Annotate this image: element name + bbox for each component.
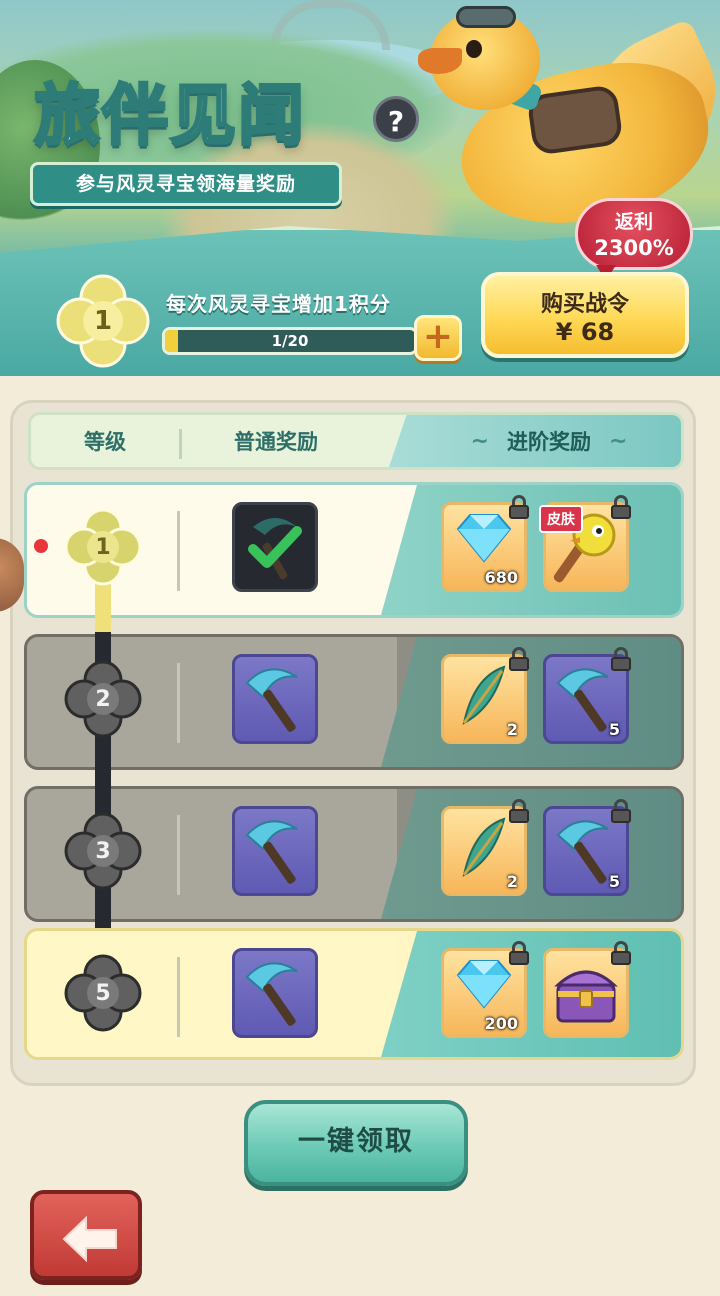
advanced-reward-diamond-680[interactable]: 680 — [441, 495, 529, 592]
item-count: 2 — [506, 872, 518, 891]
lock-icon — [610, 647, 632, 671]
scythe-icon — [245, 668, 298, 732]
item-count: 5 — [608, 720, 620, 739]
tab-advanced-rewards[interactable]: ~ 进阶奖励 ~ — [411, 415, 681, 467]
level-node-3: 3 — [64, 812, 142, 890]
back-arrow-icon — [62, 1215, 117, 1263]
scythe-icon — [245, 820, 298, 884]
scythe-claimed-icon — [248, 518, 302, 580]
item-count: 200 — [484, 1014, 518, 1033]
current-level-badge: 1 — [56, 274, 150, 368]
header-advanced-label: 进阶奖励 — [507, 430, 591, 454]
advanced-reward-feather[interactable]: 2 — [441, 799, 529, 896]
buy-button-label: 购买战令 — [540, 292, 629, 317]
progress-label: 1/20 — [271, 332, 309, 350]
lock-icon — [610, 941, 632, 965]
lock-icon — [508, 647, 530, 671]
page-title: 旅伴见闻 — [33, 76, 306, 156]
item-count: 2 — [506, 720, 518, 739]
lock-icon — [508, 495, 530, 519]
advanced-reward-scythe[interactable]: 5 — [543, 647, 631, 744]
progress-description: 每次风灵寻宝增加1积分 — [166, 292, 391, 316]
skin-tag: 皮肤 — [539, 505, 583, 533]
rebate-badge: 返利 2300% — [575, 198, 693, 281]
buy-button-price: ¥ 68 — [555, 318, 615, 346]
left-ornament-icon: ~ — [470, 428, 489, 454]
advanced-reward-diamond-200[interactable]: 200 — [441, 941, 529, 1038]
header-normal-rewards: 普通奖励 — [234, 430, 318, 454]
buy-battle-pass-button[interactable]: 购买战令 ¥ 68 — [481, 272, 689, 358]
lock-icon — [610, 495, 632, 519]
points-progress-bar: 1/20 — [162, 327, 418, 355]
add-points-button[interactable]: + — [414, 315, 462, 361]
lock-icon — [610, 799, 632, 823]
normal-reward-item-level-2[interactable] — [232, 654, 318, 744]
item-count: 5 — [608, 872, 620, 891]
normal-reward-item-level-3[interactable] — [232, 806, 318, 896]
subtitle-ribbon: 参与风灵寻宝领海量奖励 — [30, 162, 342, 206]
level-node-number: 2 — [95, 686, 111, 712]
rewards-table-header: 等级 普通奖励 ~ 进阶奖励 ~ — [28, 412, 684, 470]
help-button[interactable]: ? — [373, 96, 419, 142]
advanced-reward-chest[interactable] — [543, 941, 631, 1038]
level-node-5: 5 — [64, 954, 142, 1032]
header-level: 等级 — [84, 430, 126, 454]
back-button[interactable] — [30, 1190, 142, 1280]
level-node-number: 1 — [95, 534, 111, 560]
normal-reward-item-level-5[interactable] — [232, 948, 318, 1038]
advanced-reward-feather[interactable]: 2 — [441, 647, 529, 744]
advanced-reward-scythe[interactable]: 5 — [543, 799, 631, 896]
notification-dot — [34, 539, 48, 553]
claim-all-button[interactable]: 一键领取 — [244, 1100, 468, 1186]
lock-icon — [508, 941, 530, 965]
normal-reward-item-level-1[interactable] — [232, 502, 318, 592]
level-node-1: 1 — [64, 508, 142, 586]
level-node-number: 5 — [95, 980, 111, 1006]
current-level-number: 1 — [93, 306, 113, 336]
rebate-value: 2300% — [594, 236, 674, 260]
item-count: 680 — [484, 568, 518, 587]
lock-icon — [508, 799, 530, 823]
scythe-icon — [245, 962, 298, 1026]
rebate-label: 返利 — [614, 211, 653, 233]
level-node-2: 2 — [64, 660, 142, 738]
level-node-number: 3 — [95, 838, 111, 864]
right-ornament-icon: ~ — [609, 428, 628, 454]
